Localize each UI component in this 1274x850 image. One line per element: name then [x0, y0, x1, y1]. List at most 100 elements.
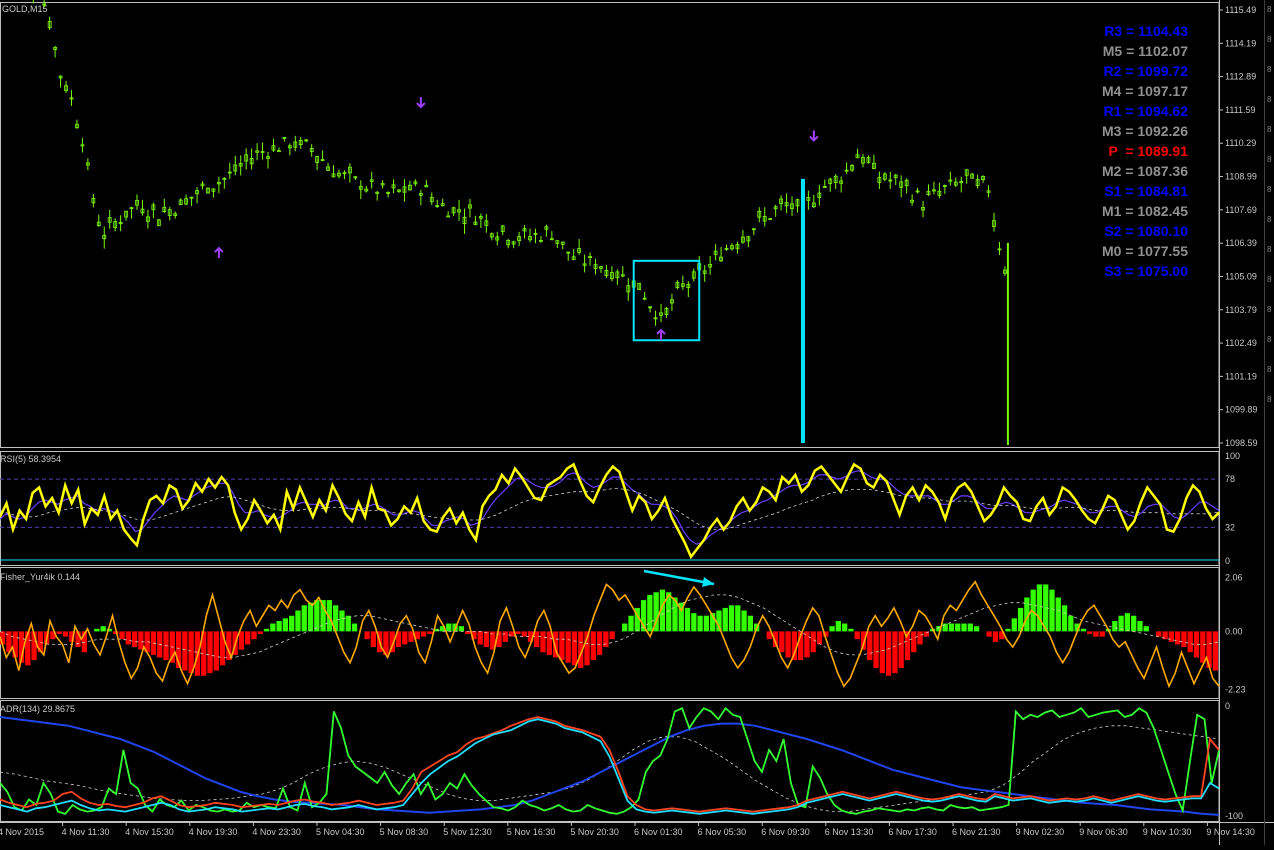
fisher-histogram-bar — [697, 615, 703, 632]
side-edge-label: 8 — [1267, 245, 1272, 254]
arrow-up-icon — [656, 328, 666, 341]
x-tick-label: 4 Nov 23:30 — [252, 827, 301, 837]
fisher-histogram-bar — [351, 623, 358, 632]
fisher-histogram-bar — [295, 610, 301, 632]
fisher-histogram-bar — [779, 631, 785, 653]
pivot-label: M2 = 1087.36 — [1101, 163, 1188, 179]
fisher-histogram-bar — [534, 631, 540, 648]
pivot-label: R3 = 1104.43 — [1104, 23, 1188, 39]
side-edge-label: 8 — [1267, 5, 1272, 14]
fisher-histogram-bar — [986, 631, 992, 637]
price-tick-label: 1107.69 — [1225, 205, 1257, 215]
trading-chart: 1115.49 1114.19 1112.89 1111.59 1110.29 1108.… — [0, 0, 1274, 845]
x-tick-label: 6 Nov 05:30 — [698, 827, 747, 837]
x-tick-label: 4 Nov 19:30 — [189, 827, 238, 837]
fisher-histogram-bar — [289, 615, 295, 632]
candle-body — [446, 215, 451, 218]
fisher-histogram-bar — [911, 631, 917, 653]
fisher-histogram-bar — [747, 615, 754, 632]
x-tick-label: 4 Nov 15:30 — [125, 827, 174, 837]
price-tick-label: 1101.19 — [1225, 371, 1257, 381]
fisher-histogram-bar — [100, 626, 106, 632]
fisher-histogram-bar — [420, 631, 427, 637]
side-edge-label: 8 — [1267, 275, 1272, 284]
fisher-histogram-bar — [1036, 584, 1043, 632]
fisher-histogram-bar — [873, 631, 879, 668]
fisher-histogram-bar — [1068, 615, 1074, 632]
pivot-label: R2 = 1099.72 — [1103, 63, 1188, 79]
price-tick-label: 1108.99 — [1225, 172, 1257, 182]
fisher-histogram-bar — [1181, 631, 1187, 648]
fisher-histogram-bar — [314, 600, 320, 632]
fisher-histogram-bar — [835, 620, 841, 632]
fisher-histogram-bar — [1168, 631, 1175, 642]
side-edge-label: 8 — [1267, 335, 1272, 344]
fisher-histogram-bar — [609, 631, 615, 640]
fisher-histogram-bar — [1099, 631, 1105, 637]
fisher-histogram-bar — [1080, 628, 1087, 632]
pivot-label: M5 = 1102.07 — [1102, 43, 1188, 59]
fisher-histogram-bar — [477, 631, 483, 645]
chart-title: GOLD,M15 — [2, 4, 48, 14]
fisher-histogram-bar — [188, 631, 194, 674]
pivot-label: M1 = 1082.45 — [1101, 203, 1188, 219]
fisher-histogram-bar — [1156, 631, 1162, 637]
side-edge-label: 8 — [1267, 185, 1272, 194]
x-tick-label: 9 Nov 06:30 — [1079, 827, 1128, 837]
fisher-histogram-bar — [307, 602, 314, 632]
x-tick-label: 5 Nov 20:30 — [570, 827, 619, 837]
fisher-histogram-bar — [276, 620, 282, 632]
price-tick-label: 1099.89 — [1225, 405, 1258, 415]
x-tick-label: 4 Nov 11:30 — [62, 827, 110, 837]
fisher-histogram-bar — [1005, 628, 1011, 632]
fisher-tick-label: 0.00 — [1225, 626, 1243, 636]
fisher-histogram-bar — [1112, 620, 1118, 632]
fisher-histogram-bar — [816, 631, 823, 645]
pivot-label: M4 = 1097.17 — [1101, 83, 1188, 99]
fisher-histogram-bar — [973, 626, 980, 632]
fisher-histogram-bar — [56, 631, 62, 634]
fisher-histogram-bar — [263, 628, 270, 632]
fisher-histogram-bar — [879, 631, 885, 674]
arrow-up-icon — [214, 246, 224, 259]
annotation-arrow-head-icon — [702, 577, 714, 587]
price-tick-label: 1098.59 — [1225, 438, 1258, 448]
pivot-label: S1 = 1084.81 — [1104, 183, 1188, 199]
fisher-histogram-bar — [131, 631, 138, 648]
fisher-histogram-bar — [841, 623, 848, 632]
fisher-histogram-bar — [364, 631, 370, 640]
fisher-histogram-bar — [12, 631, 18, 658]
fisher-histogram-bar — [339, 610, 345, 632]
fisher-histogram-bar — [804, 631, 810, 658]
side-edge-label: 8 — [1267, 305, 1272, 314]
side-edge-label: 8 — [1267, 95, 1272, 104]
fisher-histogram-bar — [565, 631, 571, 663]
fisher-histogram-bar — [521, 631, 527, 637]
side-edge-label: 8 — [1267, 155, 1272, 164]
x-tick-label: 9 Nov 10:30 — [1143, 827, 1192, 837]
fisher-histogram-bar — [596, 631, 603, 655]
rsi-tick-label: 0 — [1225, 556, 1230, 566]
fisher-histogram-bar — [571, 631, 578, 666]
x-tick-label: 5 Nov 08:30 — [380, 827, 429, 837]
fisher-histogram-bar — [238, 631, 245, 650]
fisher-histogram-bar — [628, 615, 634, 632]
x-tick-label: 6 Nov 17:30 — [888, 827, 937, 837]
fisher-histogram-bar — [955, 623, 961, 632]
fisher-histogram-bar — [1137, 620, 1143, 632]
fisher-histogram-bar — [867, 631, 873, 661]
fisher-histogram-bar — [967, 623, 973, 632]
x-tick-label: 4 Nov 2015 — [0, 827, 44, 837]
fisher-histogram-bar — [138, 631, 144, 650]
fisher-histogram-bar — [508, 631, 515, 637]
x-tick-label: 6 Nov 13:30 — [825, 827, 874, 837]
fisher-histogram-bar — [647, 594, 653, 632]
fisher-histogram-bar — [1061, 605, 1068, 632]
price-tick-label: 1102.49 — [1225, 338, 1257, 348]
adr-title: ADR(134) 29.8675 — [0, 704, 75, 714]
fisher-histogram-bar — [1049, 589, 1055, 632]
fisher-histogram-bar — [1131, 615, 1137, 632]
fisher-histogram-bar — [722, 607, 728, 632]
arrow-down-icon — [809, 130, 819, 142]
fisher-histogram-bar — [810, 631, 816, 653]
